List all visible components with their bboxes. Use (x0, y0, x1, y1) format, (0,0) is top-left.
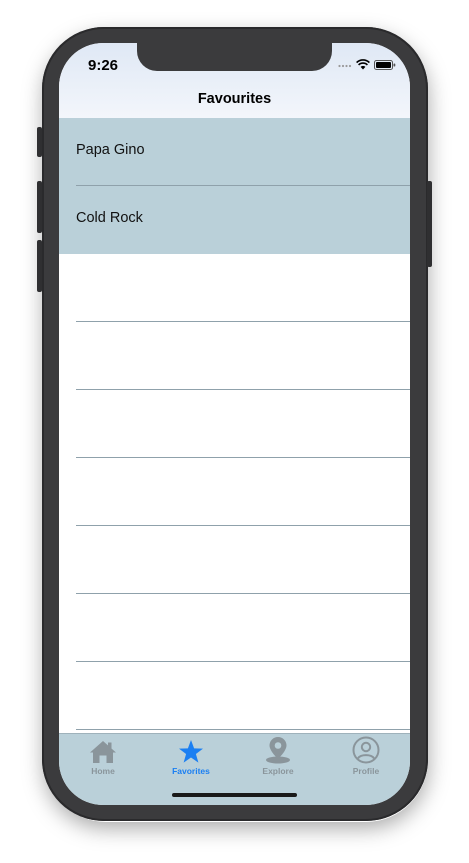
volume-up-button (37, 181, 42, 233)
power-button (427, 181, 432, 267)
person-circle-icon (352, 736, 380, 764)
favourites-list: Papa Gino Cold Rock (59, 118, 410, 730)
tab-label: Home (91, 766, 115, 776)
battery-icon (374, 59, 396, 70)
device-notch (137, 43, 332, 71)
tab-home[interactable]: Home (59, 737, 147, 776)
page-title: Favourites (197, 91, 272, 107)
volume-down-button (37, 240, 42, 292)
row-separator (76, 729, 410, 730)
tab-favorites[interactable]: Favorites (147, 737, 235, 776)
wifi-icon (356, 59, 370, 70)
house-icon (90, 741, 116, 763)
status-time: 9:26 (88, 57, 119, 74)
navigation-bar: 9:26 Favourites (59, 43, 410, 119)
list-item-label: Papa Gino (76, 142, 145, 158)
app-screen: 9:26 Favourites Papa Gino Cold Rock Home… (59, 43, 410, 805)
tab-label: Favorites (172, 766, 210, 776)
list-item[interactable]: Papa Gino (59, 118, 410, 186)
empty-row (59, 594, 410, 662)
tab-label: Profile (352, 766, 380, 776)
star-icon (179, 740, 203, 763)
empty-row (59, 254, 410, 322)
empty-row (59, 662, 410, 730)
mute-switch (37, 127, 42, 157)
empty-row (59, 390, 410, 458)
empty-row (59, 458, 410, 526)
list-item[interactable]: Cold Rock (59, 186, 410, 254)
home-indicator[interactable] (172, 793, 297, 797)
tab-explore[interactable]: Explore (234, 737, 322, 776)
tab-label: Explore (262, 766, 294, 776)
map-pin-icon (266, 737, 290, 764)
tab-profile[interactable]: Profile (322, 736, 410, 776)
status-icons (338, 59, 396, 70)
list-item-label: Cold Rock (76, 210, 143, 226)
empty-row (59, 322, 410, 390)
empty-row (59, 526, 410, 594)
cellular-signal-icon (338, 64, 352, 67)
